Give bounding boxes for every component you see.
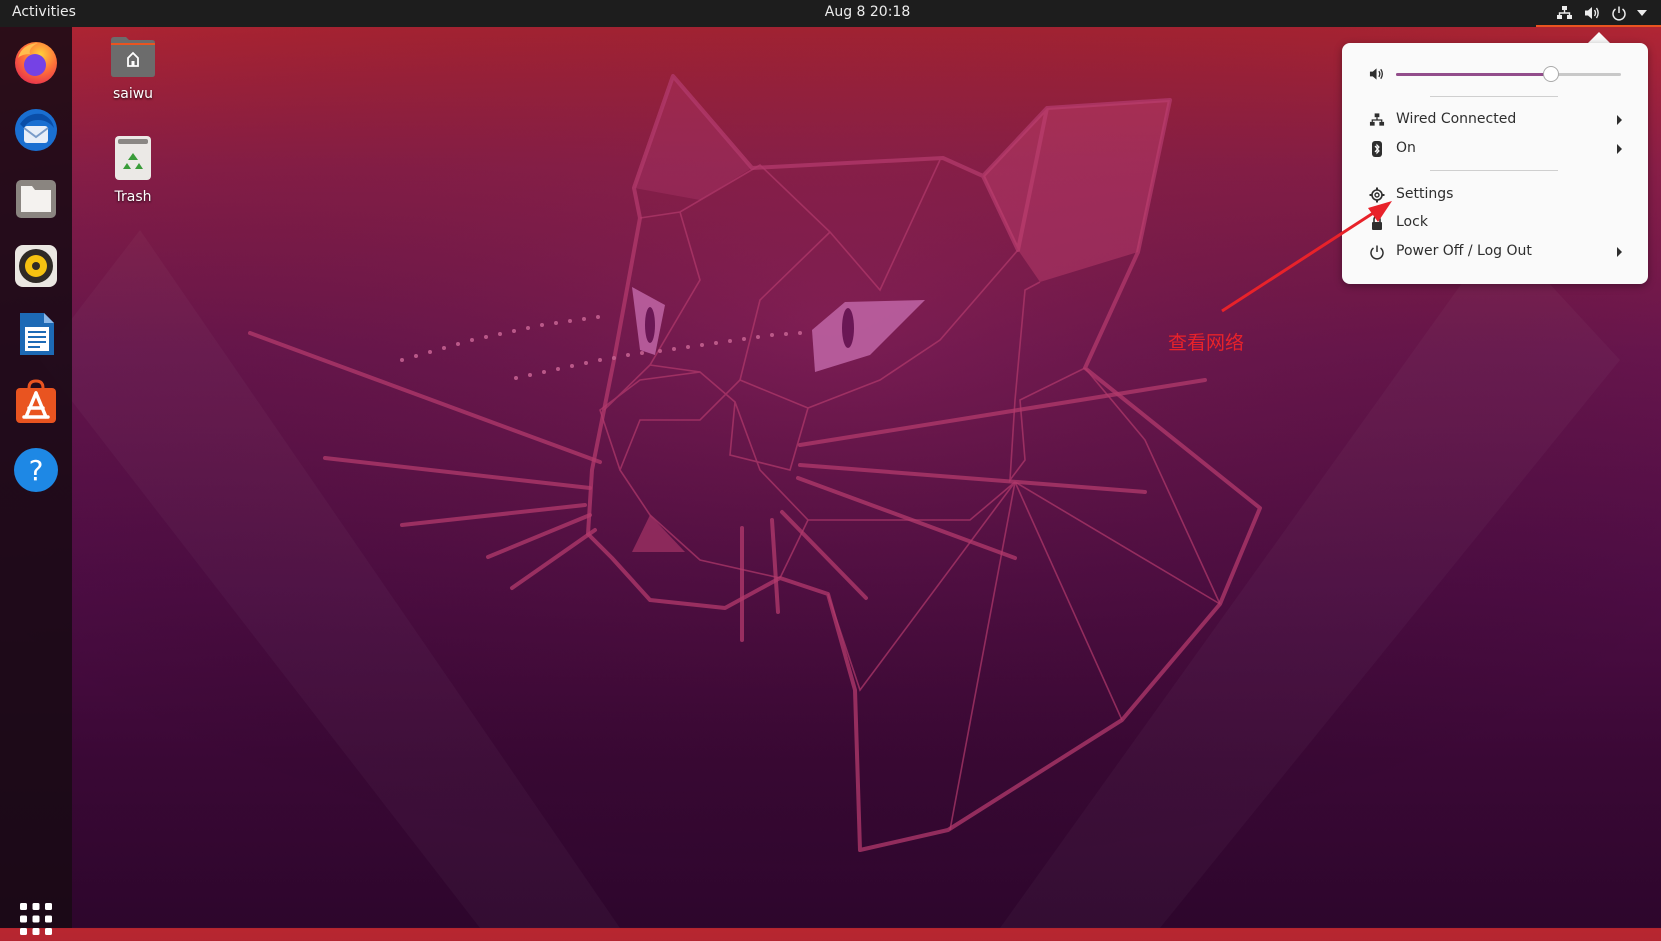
desktop-icon-label: saiwu [112, 86, 154, 102]
dropdown-arrow-icon [1637, 10, 1647, 16]
desktop-icon-label: Trash [114, 189, 152, 205]
clock-button[interactable]: Aug 8 20:18 [825, 4, 911, 20]
menu-separator [1430, 96, 1558, 97]
annotation-text: 查看网络 [1168, 332, 1245, 354]
menu-item-power-off[interactable]: Power Off / Log Out [1342, 238, 1648, 266]
volume-icon [1369, 68, 1383, 80]
submenu-arrow-icon [1617, 247, 1622, 257]
help-icon: ? [14, 448, 58, 492]
menu-item-label: Power Off / Log Out [1396, 243, 1532, 259]
firefox-icon [15, 42, 57, 84]
menu-item-label: Settings [1396, 186, 1454, 202]
files-icon [16, 180, 56, 218]
dock-item-software[interactable] [12, 378, 60, 426]
activities-button[interactable]: Activities [12, 4, 76, 20]
menu-item-label: Lock [1396, 214, 1428, 230]
dock-item-files[interactable] [12, 174, 60, 222]
lock-icon [1372, 215, 1382, 230]
writer-icon [20, 313, 54, 355]
network-wired-icon [1557, 6, 1572, 19]
thunderbird-icon [15, 109, 57, 151]
bluetooth-icon [1372, 141, 1382, 157]
menu-separator [1430, 170, 1558, 171]
volume-slider[interactable] [1396, 66, 1621, 82]
home-folder-icon [111, 37, 155, 77]
dock-item-rhythmbox[interactable] [12, 242, 60, 290]
menu-item-lock[interactable]: Lock [1342, 209, 1648, 237]
dock-item-thunderbird[interactable] [12, 106, 60, 154]
software-icon [16, 379, 56, 423]
power-icon [1612, 6, 1626, 21]
rhythmbox-icon [15, 245, 57, 287]
submenu-arrow-icon [1617, 144, 1622, 154]
top-bar: Activities Aug 8 20:18 [0, 0, 1661, 27]
clock-container: Aug 8 20:18 [0, 4, 1661, 20]
menu-item-wired[interactable]: Wired Connected [1342, 106, 1648, 134]
power-icon [1370, 245, 1384, 260]
network-wired-icon [1369, 113, 1385, 126]
apps-grid-icon [20, 903, 52, 935]
system-menu: Wired Connected On Settings Lock Power O… [1342, 43, 1648, 284]
dock-item-firefox[interactable] [12, 38, 60, 86]
volume-icon [1585, 7, 1599, 19]
volume-slider-fill [1396, 73, 1552, 76]
menu-item-label: Wired Connected [1396, 111, 1517, 127]
show-applications-button[interactable] [18, 901, 54, 937]
menu-item-label: On [1396, 140, 1416, 156]
menu-item-bluetooth[interactable]: On [1342, 135, 1648, 163]
dock: ? [0, 27, 72, 935]
desktop-icon-trash[interactable]: Trash [93, 135, 173, 205]
dock-item-writer[interactable] [12, 310, 60, 358]
settings-gear-icon [1369, 187, 1385, 203]
trash-icon [115, 136, 151, 180]
desktop-icon-home[interactable]: saiwu [93, 36, 173, 102]
menu-item-settings[interactable]: Settings [1342, 181, 1648, 209]
svg-text:?: ? [29, 454, 44, 487]
submenu-arrow-icon [1617, 115, 1622, 125]
system-tray-button[interactable] [1536, 0, 1661, 27]
dock-item-help[interactable]: ? [12, 446, 60, 494]
volume-slider-handle[interactable] [1543, 66, 1560, 82]
